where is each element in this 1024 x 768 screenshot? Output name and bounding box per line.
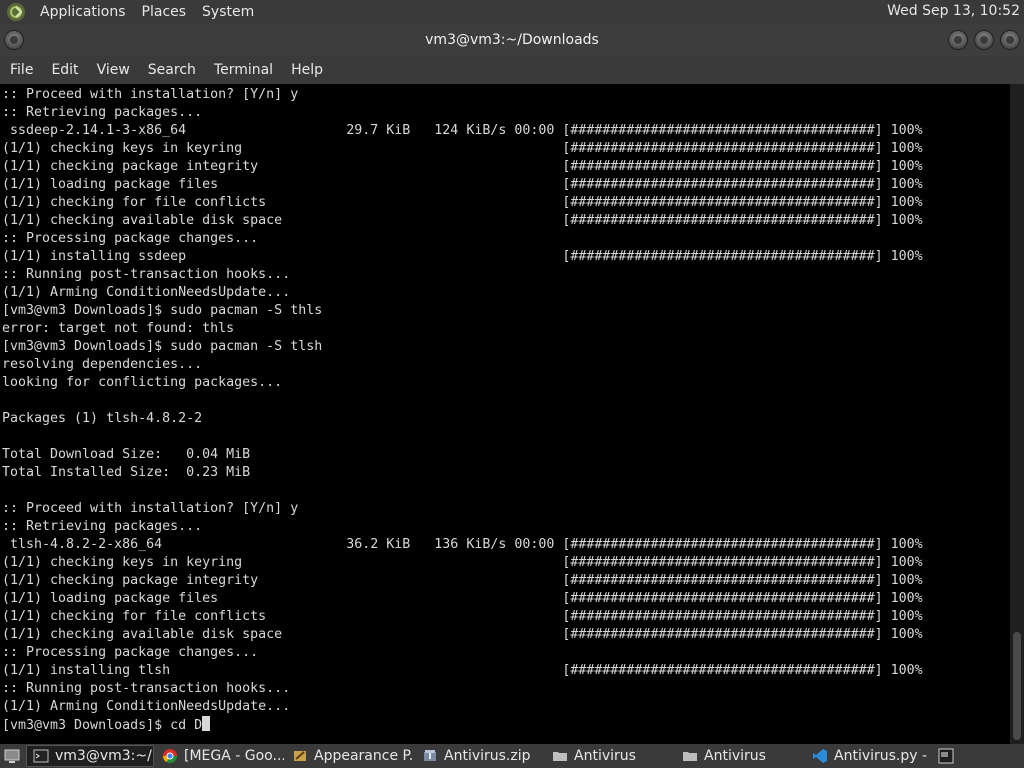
window-title: vm3@vm3:~/Downloads [425, 32, 599, 48]
terminal-line: [vm3@vm3 Downloads]$ sudo pacman -S thls [2, 303, 323, 318]
appearance-icon [294, 751, 306, 761]
terminal-line: :: Running post-transaction hooks... [2, 681, 291, 696]
terminal-line: :: Processing package changes... [2, 231, 259, 246]
text-cursor [202, 716, 211, 731]
terminal-line: :: Retrieving packages... [2, 105, 203, 120]
chrome-icon [163, 749, 177, 763]
terminal-icon [33, 749, 49, 763]
places-menu[interactable]: Places [134, 4, 195, 20]
terminal-line: (1/1) checking keys in keyring [########… [2, 555, 923, 570]
show-desktop-icon[interactable] [4, 748, 20, 764]
bottom-taskbar: vm3@vm3:~/... [MEGA - Goo... Appearance … [0, 744, 1024, 768]
minimize-button[interactable] [948, 30, 968, 50]
task-folder-2[interactable]: Antivirus [676, 745, 804, 767]
terminal-line: (1/1) installing ssdeep [###############… [2, 249, 923, 264]
system-menu[interactable]: System [194, 4, 262, 20]
folder-icon [683, 752, 697, 761]
task-vscode[interactable]: Antivirus.py - ... [806, 745, 932, 767]
terminal-scrollbar[interactable] [1010, 84, 1024, 744]
task-label: Antivirus [704, 748, 766, 764]
terminal-line: (1/1) checking available disk space [###… [2, 627, 923, 642]
task-label: [MEGA - Goo... [184, 748, 284, 764]
clock[interactable]: Wed Sep 13, 10:52 [887, 3, 1020, 19]
archive-icon [424, 750, 436, 761]
terminal-line: (1/1) loading package files [###########… [2, 177, 923, 192]
menu-edit[interactable]: Edit [43, 62, 86, 78]
terminal-prompt-line[interactable]: [vm3@vm3 Downloads]$ cd D [2, 716, 1010, 734]
terminal-line: (1/1) installing tlsh [#################… [2, 663, 923, 678]
terminal-line: [vm3@vm3 Downloads]$ sudo pacman -S tlsh [2, 339, 323, 354]
terminal-line: :: Proceed with installation? [Y/n] y [2, 501, 299, 516]
terminal-line: (1/1) checking for file conflicts [#####… [2, 609, 923, 624]
terminal-prompt: [vm3@vm3 Downloads]$ cd D [2, 718, 203, 733]
folder-icon [553, 752, 567, 761]
menu-file[interactable]: File [2, 62, 41, 78]
terminal-line: (1/1) checking for file conflicts [#####… [2, 195, 923, 210]
task-label: Appearance P... [314, 748, 414, 764]
task-label: vm3@vm3:~/... [55, 748, 153, 764]
task-label: Antivirus.py - ... [834, 748, 932, 764]
terminal-line: :: Retrieving packages... [2, 519, 203, 534]
close-button[interactable] [1000, 30, 1020, 50]
terminal-line: looking for conflicting packages... [2, 375, 283, 390]
terminal-line: :: Running post-transaction hooks... [2, 267, 291, 282]
menu-view[interactable]: View [89, 62, 138, 78]
workspace-switcher-icon[interactable] [938, 748, 954, 764]
terminal-line: (1/1) checking package integrity [######… [2, 573, 923, 588]
task-folder-1[interactable]: Antivirus [546, 745, 674, 767]
window-menu-icon[interactable] [4, 30, 24, 50]
terminal-line: (1/1) checking available disk space [###… [2, 213, 923, 228]
terminal-line: (1/1) checking keys in keyring [########… [2, 141, 923, 156]
terminal-line: Total Installed Size: 0.23 MiB [2, 465, 251, 480]
terminal-line: resolving dependencies... [2, 357, 203, 372]
menu-help[interactable]: Help [283, 62, 331, 78]
terminal-line: ssdeep-2.14.1-3-x86_64 29.7 KiB 124 KiB/… [2, 123, 923, 138]
terminal-line: (1/1) checking package integrity [######… [2, 159, 923, 174]
terminal-menubar: File Edit View Search Terminal Help [0, 56, 1024, 84]
terminal-line: Packages (1) tlsh-4.8.2-2 [2, 411, 203, 426]
terminal-line: (1/1) loading package files [###########… [2, 591, 923, 606]
applications-menu[interactable]: Applications [32, 4, 134, 20]
terminal-line: :: Proceed with installation? [Y/n] y [2, 87, 299, 102]
task-archive[interactable]: Antivirus.zip [416, 745, 544, 767]
task-chrome[interactable]: [MEGA - Goo... [156, 745, 284, 767]
menu-terminal[interactable]: Terminal [206, 62, 281, 78]
terminal-line: (1/1) Arming ConditionNeedsUpdate... [2, 699, 291, 714]
distro-logo-icon[interactable] [6, 2, 26, 22]
window-titlebar[interactable]: vm3@vm3:~/Downloads [0, 24, 1024, 56]
terminal-line: :: Processing package changes... [2, 645, 259, 660]
terminal-line: error: target not found: thls [2, 321, 235, 336]
vscode-icon [813, 749, 827, 763]
terminal-line: Total Download Size: 0.04 MiB [2, 447, 251, 462]
scrollbar-thumb[interactable] [1013, 632, 1021, 740]
terminal-output[interactable]: :: Proceed with installation? [Y/n] y:: … [0, 84, 1010, 744]
top-panel: Applications Places System Wed Sep 13, 1… [0, 0, 1024, 24]
menu-search[interactable]: Search [140, 62, 204, 78]
task-label: Antivirus.zip [444, 748, 531, 764]
task-appearance[interactable]: Appearance P... [286, 745, 414, 767]
terminal-line: (1/1) Arming ConditionNeedsUpdate... [2, 285, 291, 300]
terminal-line: tlsh-4.8.2-2-x86_64 36.2 KiB 136 KiB/s 0… [2, 537, 923, 552]
task-terminal[interactable]: vm3@vm3:~/... [26, 745, 154, 767]
maximize-button[interactable] [974, 30, 994, 50]
task-label: Antivirus [574, 748, 636, 764]
